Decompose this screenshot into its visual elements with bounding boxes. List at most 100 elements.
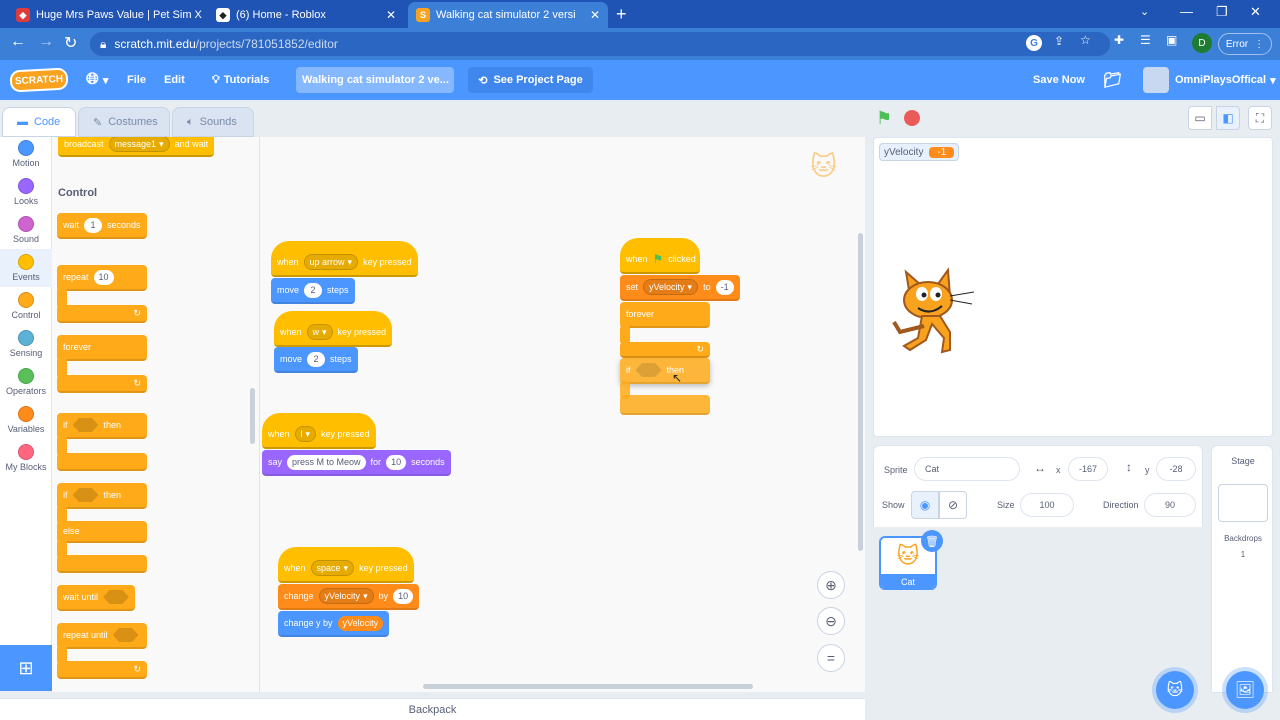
minimize-icon[interactable]: — — [1180, 4, 1193, 19]
edit-menu[interactable]: Edit — [164, 60, 185, 100]
show-sprite-button[interactable]: ◉ — [911, 491, 939, 519]
move-steps-block[interactable]: move 2 steps — [271, 278, 355, 304]
number-input[interactable]: 10 — [393, 588, 414, 604]
error-button[interactable]: Error ⋮ — [1218, 33, 1272, 55]
category-motion[interactable]: Motion — [0, 135, 52, 173]
new-tab-icon[interactable]: + — [616, 4, 627, 25]
workspace-vertical-scrollbar[interactable] — [858, 233, 863, 551]
language-menu[interactable]: 🌐︎ ▾ — [86, 60, 108, 100]
category-events[interactable]: Events — [0, 249, 52, 287]
account-menu[interactable]: OmniPlaysOffical ▾ — [1175, 60, 1276, 100]
if-then-block[interactable]: if then — [57, 413, 147, 439]
my-stuff-folder-icon[interactable]: 📁︎ — [1103, 60, 1122, 100]
tab-search-icon[interactable]: ⌄ — [1140, 5, 1149, 18]
add-backdrop-button[interactable]: 🖼︎ — [1226, 671, 1264, 709]
tutorials-button[interactable]: 💡︎ Tutorials — [212, 60, 269, 100]
side-panel-icon[interactable]: ▣ — [1166, 33, 1177, 47]
direction-field[interactable]: 90 — [1144, 493, 1196, 517]
set-variable-block[interactable]: set yVelocity ▾ to -1 — [620, 275, 740, 301]
maximize-icon[interactable]: ❐ — [1216, 4, 1228, 20]
add-sprite-button[interactable]: 🐱︎ — [1156, 671, 1194, 709]
browser-tab-1[interactable]: ◆ Huge Mrs Paws Value | Pet Sim X ✕ — [8, 2, 204, 28]
zoom-reset-button[interactable]: = — [817, 644, 845, 672]
number-input[interactable]: 2 — [307, 351, 326, 367]
bookmark-star-icon[interactable]: ☆ — [1080, 33, 1091, 47]
key-dropdown[interactable]: up arrow ▾ — [303, 254, 359, 270]
workspace-horizontal-scrollbar[interactable] — [423, 684, 753, 689]
number-input[interactable]: 2 — [304, 282, 323, 298]
close-window-icon[interactable]: ✕ — [1250, 4, 1261, 20]
when-key-pressed-hat[interactable]: when l ▾ key pressed — [262, 413, 376, 449]
wait-until-block[interactable]: wait until — [57, 585, 136, 611]
variable-monitor[interactable]: yVelocity -1 — [879, 143, 960, 161]
message-dropdown[interactable]: message1 ▾ — [108, 137, 170, 152]
y-field[interactable]: -28 — [1156, 457, 1196, 481]
forever-block[interactable]: forever — [57, 335, 147, 361]
user-avatar[interactable] — [1143, 67, 1169, 93]
file-menu[interactable]: File — [127, 60, 146, 100]
backpack-bar[interactable]: Backpack — [0, 698, 865, 720]
when-key-pressed-hat[interactable]: when up arrow ▾ key pressed — [271, 241, 418, 277]
palette-scrollbar[interactable] — [250, 388, 255, 444]
cat-sprite[interactable] — [892, 266, 976, 356]
text-input[interactable]: press M to Meow — [287, 454, 366, 470]
number-input[interactable]: 10 — [386, 454, 407, 470]
when-key-pressed-hat[interactable]: when space ▾ key pressed — [278, 547, 414, 583]
url-field[interactable]: 🔒︎ scratch.mit.edu/projects/781051852/ed… — [90, 32, 1110, 56]
variable-dropdown[interactable]: yVelocity ▾ — [318, 588, 374, 604]
broadcast-and-wait-block[interactable]: broadcast message1 ▾ and wait — [58, 137, 215, 157]
size-field[interactable]: 100 — [1020, 493, 1074, 517]
key-dropdown[interactable]: l ▾ — [294, 426, 317, 442]
forever-block[interactable]: forever — [620, 302, 710, 328]
see-project-page-button[interactable]: ⟲ See Project Page — [468, 67, 593, 93]
reload-icon[interactable]: ↻ — [64, 33, 77, 53]
browser-tab-3-active[interactable]: S Walking cat simulator 2 version 0 ✕ — [408, 2, 608, 28]
when-key-pressed-hat[interactable]: when w ▾ key pressed — [274, 311, 393, 347]
zoom-out-button[interactable]: ⊖ — [817, 607, 845, 635]
category-operators[interactable]: Operators — [0, 363, 52, 401]
stage-canvas[interactable]: yVelocity -1 — [873, 137, 1273, 437]
reading-list-icon[interactable]: ☰ — [1140, 33, 1151, 47]
x-field[interactable]: -167 — [1068, 457, 1108, 481]
fullscreen-button[interactable]: ⛶ — [1248, 106, 1272, 130]
share-icon[interactable]: ⇪ — [1054, 34, 1064, 48]
key-dropdown[interactable]: w ▾ — [306, 324, 333, 340]
category-sensing[interactable]: Sensing — [0, 325, 52, 363]
add-extension-button[interactable]: ⊞ — [0, 645, 52, 691]
say-for-seconds-block[interactable]: say press M to Meow for 10 seconds — [262, 450, 451, 476]
large-stage-button[interactable]: ◧ — [1216, 106, 1240, 130]
small-stage-button[interactable]: ▭ — [1188, 106, 1212, 130]
if-else-block[interactable]: if then — [57, 483, 147, 509]
hide-sprite-button[interactable]: ⊘ — [939, 491, 967, 519]
stage-thumbnail[interactable] — [1218, 484, 1268, 522]
close-tab-icon[interactable]: ✕ — [386, 8, 396, 22]
stop-sign-icon[interactable] — [904, 110, 920, 126]
dragged-if-then-block[interactable]: if then — [620, 358, 710, 384]
wait-seconds-block[interactable]: wait 1 seconds — [57, 213, 147, 239]
change-variable-block[interactable]: change yVelocity ▾ by 10 — [278, 584, 420, 610]
tab-sounds[interactable]: 🔈︎ Sounds — [172, 107, 254, 137]
category-variables[interactable]: Variables — [0, 401, 52, 439]
sprite-name-field[interactable]: Cat — [914, 457, 1020, 481]
tab-costumes[interactable]: ✎ Costumes — [78, 107, 170, 137]
scratch-logo[interactable]: SCRATCH — [9, 67, 69, 93]
forward-icon[interactable]: → — [38, 33, 54, 51]
key-dropdown[interactable]: space ▾ — [310, 560, 355, 576]
number-input[interactable]: -1 — [715, 279, 734, 295]
extensions-icon[interactable]: ✚ — [1114, 33, 1124, 47]
close-tab-icon[interactable]: ✕ — [590, 8, 600, 22]
green-flag-icon[interactable]: ⚑ — [876, 108, 892, 129]
save-now-button[interactable]: Save Now — [1033, 60, 1085, 100]
browser-tab-2[interactable]: ◆ (6) Home - Roblox ✕ — [208, 2, 404, 28]
stage-target-panel[interactable]: Stage Backdrops 1 — [1211, 445, 1273, 693]
code-workspace[interactable]: when up arrow ▾ key pressed move 2 steps when… — [260, 137, 865, 692]
change-y-by-block[interactable]: change y by yVelocity — [278, 611, 390, 637]
repeat-until-block[interactable]: repeat until — [57, 623, 147, 649]
category-my-blocks[interactable]: My Blocks — [0, 439, 52, 477]
delete-sprite-button[interactable]: 🗑︎ — [921, 530, 943, 552]
profile-avatar[interactable]: D — [1192, 33, 1212, 53]
variable-dropdown[interactable]: yVelocity ▾ — [643, 279, 699, 295]
tab-code[interactable]: ▬ Code — [2, 107, 76, 137]
zoom-in-button[interactable]: ⊕ — [817, 571, 845, 599]
category-control[interactable]: Control — [0, 287, 52, 325]
